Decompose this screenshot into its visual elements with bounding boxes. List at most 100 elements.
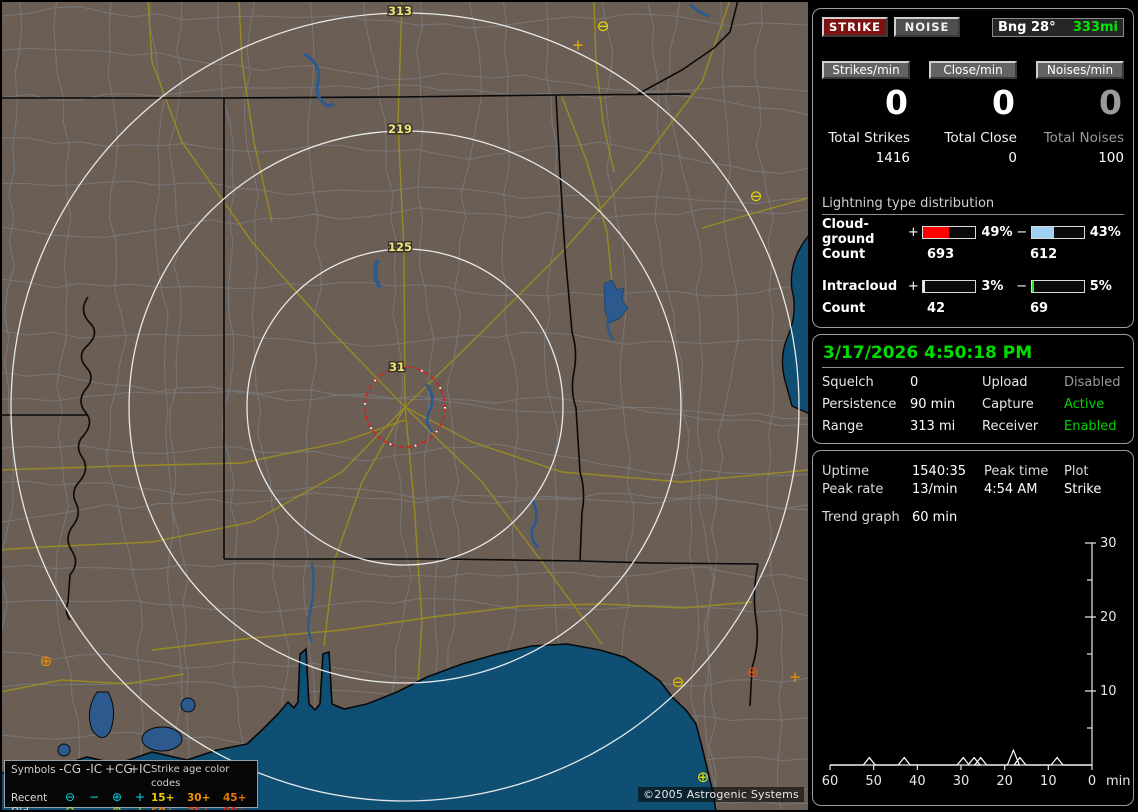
pos-ic-recent-icon: + bbox=[134, 790, 146, 804]
peak-time-value: 4:54 AM bbox=[984, 482, 1038, 497]
svg-text:50: 50 bbox=[865, 774, 882, 789]
cloud-ground-label: Cloud-ground bbox=[822, 217, 875, 247]
bearing-range-display: Bng 28° 333mi bbox=[992, 17, 1124, 37]
noise-mode-button[interactable]: NOISE bbox=[894, 17, 960, 37]
range-label: Range bbox=[822, 419, 864, 434]
trend-graph-label: Trend graph bbox=[822, 510, 900, 525]
svg-text:60: 60 bbox=[822, 774, 839, 789]
age-code-45: 45+ bbox=[223, 792, 247, 804]
legend-header-row: Symbols -CG -IC +CG +IC Strike age color… bbox=[11, 763, 257, 791]
range-value: 333mi bbox=[1072, 19, 1118, 35]
age-code-60: 60+ bbox=[151, 805, 187, 810]
minus-sign: − bbox=[1016, 224, 1028, 240]
legend-recent-label: Recent bbox=[11, 792, 48, 804]
trend-panel: Uptime 1540:35 Peak time Plot Peak rate … bbox=[812, 450, 1134, 806]
intracloud-row: Intracloud + 3% − 5% bbox=[822, 278, 1124, 294]
strike-symbol: ⊕ bbox=[40, 652, 53, 670]
close-per-min-value: 0 bbox=[992, 83, 1015, 122]
minus-sign: − bbox=[1016, 278, 1028, 294]
svg-text:10: 10 bbox=[1040, 774, 1057, 789]
ring-distance-label: 313 bbox=[388, 4, 412, 18]
ic-plus-count: 42 bbox=[927, 301, 946, 316]
status-row: Squelch 0 Upload Disabled bbox=[822, 375, 1124, 390]
svg-text:20: 20 bbox=[996, 774, 1013, 789]
receiver-label: Receiver bbox=[982, 419, 1039, 434]
neg-cg-old-icon: ⊖ bbox=[57, 805, 83, 811]
ring-distance-label: 125 bbox=[388, 240, 412, 254]
trend-graph-value: 60 min bbox=[912, 510, 958, 525]
cg-minus-bar bbox=[1030, 225, 1085, 239]
total-strikes-label: Total Strikes bbox=[828, 130, 910, 146]
bearing-value: Bng 28° bbox=[998, 19, 1056, 35]
cg-minus-count: 612 bbox=[1030, 247, 1058, 262]
status-row: Persistence 90 min Capture Active bbox=[822, 397, 1124, 412]
cg-plus-bar-fill bbox=[923, 226, 949, 238]
age-code-15: 15+ bbox=[151, 792, 175, 804]
map-legend: Symbols -CG -IC +CG +IC Strike age color… bbox=[4, 760, 259, 811]
close-per-min-button[interactable]: Close/min bbox=[929, 61, 1017, 79]
svg-text:30: 30 bbox=[953, 774, 970, 789]
strike-symbol: + bbox=[789, 668, 802, 686]
ic-plus-bar-fill bbox=[923, 280, 925, 292]
uptime-row: Uptime 1540:35 Peak time Plot bbox=[822, 464, 1124, 479]
strike-mode-button[interactable]: STRIKE bbox=[822, 17, 888, 37]
total-close-label: Total Close bbox=[944, 130, 1017, 146]
count-label: Count bbox=[822, 247, 866, 262]
receiver-status: Enabled bbox=[1064, 419, 1117, 434]
capture-label: Capture bbox=[982, 397, 1034, 412]
strikes-per-min-value: 0 bbox=[885, 83, 908, 122]
datetime-display: 3/17/2026 4:50:18 PM bbox=[822, 340, 1124, 368]
cg-minus-bar-fill bbox=[1031, 226, 1055, 238]
upload-label: Upload bbox=[982, 375, 1028, 390]
strikes-counter-column: Strikes/min 0 Total Strikes 1416 bbox=[822, 61, 910, 166]
ring-distance-label: 219 bbox=[388, 122, 412, 136]
cg-plus-pct: 49% bbox=[981, 224, 1013, 240]
ring-distance-label: 31 bbox=[389, 360, 405, 374]
count-label: Count bbox=[822, 301, 866, 316]
legend-col-neg-ic: -IC bbox=[85, 762, 103, 776]
legend-symbols-header: Symbols bbox=[11, 764, 56, 776]
status-row: Range 313 mi Receiver Enabled bbox=[822, 419, 1124, 434]
legend-col-neg-cg: -CG bbox=[58, 762, 81, 776]
legend-old-row: Old ⊖ − ⊕ + 60+ 75+ 90+ bbox=[11, 805, 259, 811]
noises-per-min-button[interactable]: Noises/min bbox=[1036, 61, 1124, 79]
lake bbox=[180, 697, 196, 713]
noises-per-min-value: 0 bbox=[1099, 83, 1122, 122]
intracloud-count-row: Count 42 69 bbox=[822, 301, 1124, 316]
lightning-map[interactable]: 313 219 125 31 ⊖ + ⊖ ⊕ ⊖ ⊕ + ⊕ Symbols -CG -IC +CG … bbox=[2, 2, 808, 810]
peak-rate-row: Peak rate 13/min 4:54 AM Strike bbox=[822, 482, 1124, 497]
strike-symbol: ⊕ bbox=[747, 663, 760, 681]
distribution-title: Lightning type distribution bbox=[822, 196, 1124, 215]
strike-symbol: ⊖ bbox=[750, 187, 763, 205]
legend-recent-row: Recent ⊖ − ⊕ + 15+ 30+ 45+ bbox=[11, 791, 257, 805]
peak-time-label: Peak time bbox=[984, 464, 1049, 479]
cloud-ground-count-row: Count 693 612 bbox=[822, 247, 1124, 262]
upload-status: Disabled bbox=[1064, 375, 1121, 390]
svg-text:0: 0 bbox=[1088, 774, 1096, 789]
total-strikes-value: 1416 bbox=[875, 150, 910, 166]
ic-minus-pct: 5% bbox=[1089, 278, 1112, 294]
intracloud-label: Intracloud bbox=[822, 278, 898, 294]
plus-sign: + bbox=[907, 224, 919, 240]
trend-graph-row: Trend graph 60 min bbox=[822, 510, 1124, 525]
ic-minus-bar bbox=[1030, 279, 1085, 293]
copyright-text: ©2005 Astrogenic Systems bbox=[638, 787, 804, 802]
close-counter-column: Close/min 0 Total Close 0 bbox=[929, 61, 1017, 166]
lake bbox=[141, 726, 183, 752]
plus-sign: + bbox=[907, 278, 919, 294]
strikes-per-min-button[interactable]: Strikes/min bbox=[822, 61, 910, 79]
legend-col-pos-cg: +CG bbox=[105, 762, 133, 776]
ic-plus-pct: 3% bbox=[981, 278, 1004, 294]
neg-ic-old-icon: − bbox=[83, 805, 105, 811]
stormvue-app-window: 313 219 125 31 ⊖ + ⊖ ⊕ ⊖ ⊕ + ⊕ Symbols -CG -IC +CG … bbox=[0, 0, 1138, 812]
legend-col-pos-ic: +IC bbox=[129, 762, 151, 776]
total-close-value: 0 bbox=[1008, 150, 1017, 166]
trend-trace bbox=[830, 748, 1092, 766]
pos-cg-recent-icon: ⊕ bbox=[111, 790, 123, 804]
total-noises-value: 100 bbox=[1098, 150, 1124, 166]
trend-graph-chart: 10 20 30 60 50 40 30 20 10 0 min bbox=[822, 536, 1131, 789]
lake bbox=[88, 691, 114, 738]
pos-cg-old-icon: ⊕ bbox=[105, 805, 129, 811]
age-code-90: 90+ bbox=[223, 805, 259, 810]
svg-text:40: 40 bbox=[909, 774, 926, 789]
